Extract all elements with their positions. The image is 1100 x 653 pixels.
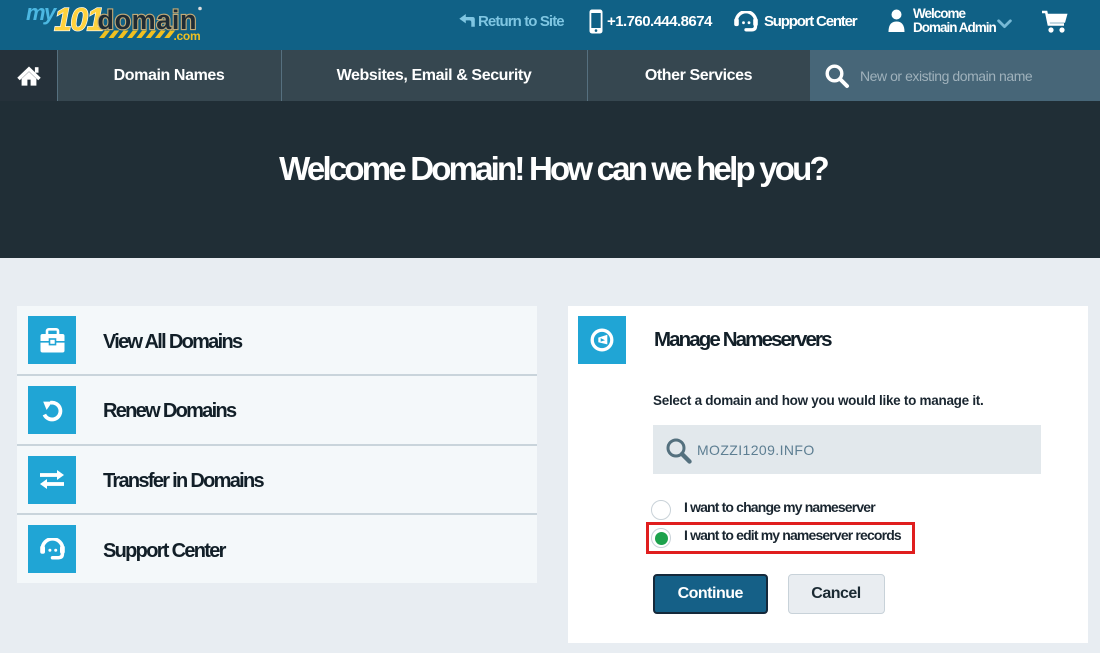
svg-text:.com: .com [174,29,201,43]
svg-text:101: 101 [54,2,104,38]
